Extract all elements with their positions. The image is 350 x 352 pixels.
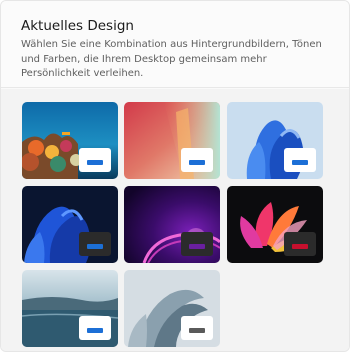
theme-badge bbox=[181, 148, 213, 172]
themes-panel: Aktuelles Design Wählen Sie eine Kombina… bbox=[0, 0, 350, 352]
accent-bar bbox=[189, 244, 205, 249]
theme-badge bbox=[181, 232, 213, 256]
accent-bar bbox=[189, 328, 205, 333]
accent-bar bbox=[292, 244, 308, 249]
theme-tile-bloom-light[interactable] bbox=[227, 102, 323, 179]
theme-badge bbox=[79, 232, 111, 256]
theme-tile-bloom-dark[interactable] bbox=[22, 186, 118, 263]
theme-tile-glow[interactable] bbox=[124, 186, 220, 263]
accent-bar bbox=[87, 328, 103, 333]
theme-tile-lake[interactable] bbox=[22, 270, 118, 347]
theme-tile-underwater[interactable] bbox=[22, 102, 118, 179]
theme-badge bbox=[79, 316, 111, 340]
theme-badge bbox=[284, 232, 316, 256]
themes-header: Aktuelles Design Wählen Sie eine Kombina… bbox=[1, 1, 349, 88]
theme-tile-flow[interactable] bbox=[124, 270, 220, 347]
theme-badge bbox=[284, 148, 316, 172]
theme-tile-captured-motion[interactable] bbox=[227, 186, 323, 263]
theme-tile-gradient[interactable] bbox=[124, 102, 220, 179]
theme-badge bbox=[181, 316, 213, 340]
accent-bar bbox=[189, 160, 205, 165]
accent-bar bbox=[87, 160, 103, 165]
theme-badge bbox=[79, 148, 111, 172]
accent-bar bbox=[87, 244, 103, 249]
accent-bar bbox=[292, 160, 308, 165]
section-description: Wählen Sie eine Kombination aus Hintergr… bbox=[21, 39, 322, 79]
section-title: Aktuelles Design bbox=[21, 18, 134, 34]
theme-grid bbox=[1, 89, 349, 351]
